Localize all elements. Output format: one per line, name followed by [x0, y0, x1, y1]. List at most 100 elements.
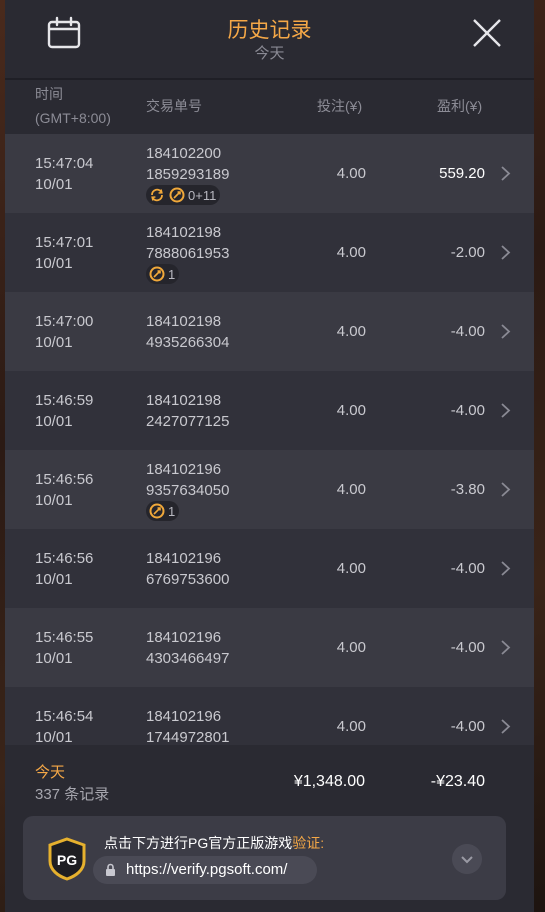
row-badge: 0+11: [146, 185, 221, 205]
chevron-down-icon[interactable]: [452, 844, 482, 874]
history-row[interactable]: 15:46:56 10/01 184102196 9357634050 1 4.00 -3.…: [5, 450, 534, 529]
verify-text: 点击下方进行PG官方正版游戏验证:: [104, 835, 325, 851]
row-bet: 4.00: [336, 244, 366, 261]
column-headers: 时间 (GMT+8:00) 交易单号 投注(¥) 盈利(¥): [5, 80, 534, 134]
row-time: 15:46:55 10/01: [35, 627, 93, 669]
lock-icon: [106, 863, 115, 876]
history-row[interactable]: 15:46:56 10/01 184102196 6769753600 4.00 -4.0…: [5, 529, 534, 608]
row-date-value: 10/01: [35, 176, 73, 193]
row-profit: -4.00: [450, 323, 485, 340]
total-profit: -¥23.40: [430, 773, 485, 790]
row-order: 184102196 9357634050: [146, 459, 229, 501]
bonus-icon: [149, 266, 165, 282]
row-profit: -4.00: [450, 718, 485, 735]
row-time-value: 15:47:00: [35, 313, 94, 330]
row-time-value: 15:46:56: [35, 471, 94, 488]
pg-logo: PG: [48, 837, 86, 881]
row-bet: 4.00: [336, 560, 366, 577]
row-date-value: 10/01: [35, 729, 73, 745]
row-order: 184102198 7888061953: [146, 222, 229, 264]
row-time: 15:47:04 10/01: [35, 153, 93, 195]
row-badge: 1: [146, 501, 180, 521]
row-order-line2: 4935266304: [146, 334, 230, 351]
verify-url: https://verify.pgsoft.com/: [126, 861, 288, 878]
row-time: 15:46:56 10/01: [35, 469, 93, 511]
row-order-line1: 184102200: [146, 145, 222, 162]
record-count: 337 条记录: [35, 786, 110, 803]
history-panel: 历史记录 今天 时间 (GMT+8:00) 交易单号 投注(¥) 盈利(¥) 1…: [5, 0, 534, 912]
row-bet: 4.00: [336, 639, 366, 656]
close-icon[interactable]: [471, 17, 503, 49]
row-bet: 4.00: [336, 718, 366, 735]
row-order-line1: 184102196: [146, 708, 222, 725]
row-badge-count: 1: [168, 266, 176, 282]
chevron-right-icon[interactable]: [499, 244, 511, 261]
row-profit: -2.00: [450, 244, 485, 261]
page-subtitle: 今天: [254, 45, 285, 62]
verify-link[interactable]: https://verify.pgsoft.com/: [93, 856, 317, 884]
row-order: 184102198 2427077125: [146, 390, 229, 432]
row-time: 15:46:56 10/01: [35, 548, 93, 590]
row-date-value: 10/01: [35, 492, 73, 509]
row-date-value: 10/01: [35, 255, 73, 272]
chevron-right-icon[interactable]: [499, 402, 511, 419]
history-row[interactable]: 15:46:55 10/01 184102196 4303466497 4.00 -4.0…: [5, 608, 534, 687]
row-time: 15:46:54 10/01: [35, 706, 93, 745]
row-order-line1: 184102198: [146, 224, 222, 241]
row-time-value: 15:46:59: [35, 392, 94, 409]
history-row[interactable]: 15:47:04 10/01 184102200 1859293189 0+11 4.00…: [5, 134, 534, 213]
refresh-icon: [151, 188, 163, 202]
row-date-value: 10/01: [35, 334, 73, 351]
chevron-right-icon[interactable]: [499, 560, 511, 577]
row-order-line2: 1859293189: [146, 166, 230, 183]
bonus-icon: [169, 187, 185, 203]
row-time: 15:47:00 10/01: [35, 311, 93, 353]
row-order-line2: 9357634050: [146, 482, 230, 499]
chevron-right-icon[interactable]: [499, 718, 511, 735]
row-profit: -4.00: [450, 402, 485, 419]
row-order: 184102196 4303466497: [146, 627, 229, 669]
row-order-line2: 1744972801: [146, 729, 230, 745]
row-time-value: 15:47:01: [35, 234, 94, 251]
row-order-line2: 6769753600: [146, 571, 230, 588]
row-time-value: 15:47:04: [35, 155, 94, 172]
history-row[interactable]: 15:47:00 10/01 184102198 4935266304 4.00 -4.0…: [5, 292, 534, 371]
row-date-value: 10/01: [35, 571, 73, 588]
row-profit: -3.80: [450, 481, 485, 498]
row-profit: -4.00: [450, 639, 485, 656]
history-row[interactable]: 15:46:59 10/01 184102198 2427077125 4.00 -4.0…: [5, 371, 534, 450]
row-time-value: 15:46:55: [35, 629, 94, 646]
row-order-line1: 184102198: [146, 392, 222, 409]
row-order: 184102196 6769753600: [146, 548, 229, 590]
summary-period: 今天: [35, 764, 66, 781]
row-order-line2: 4303466497: [146, 650, 230, 667]
row-order: 184102196 1744972801: [146, 706, 229, 745]
row-date-value: 10/01: [35, 650, 73, 667]
history-row[interactable]: 15:47:01 10/01 184102198 7888061953 1 4.00 -2.…: [5, 213, 534, 292]
header-bet: 投注(¥): [317, 98, 363, 114]
chevron-right-icon[interactable]: [499, 639, 511, 656]
history-row[interactable]: 15:46:54 10/01 184102196 1744972801 4.00 -4.0…: [5, 687, 534, 745]
row-time-value: 15:46:56: [35, 550, 94, 567]
svg-text:PG: PG: [57, 852, 77, 868]
row-date-value: 10/01: [35, 413, 73, 430]
chevron-right-icon[interactable]: [499, 481, 511, 498]
row-order-line2: 7888061953: [146, 245, 230, 262]
row-profit: -4.00: [450, 560, 485, 577]
row-time: 15:46:59 10/01: [35, 390, 93, 432]
header: 历史记录 今天: [5, 0, 534, 80]
header-order: 交易单号: [146, 98, 202, 114]
page-title: 历史记录: [227, 19, 312, 42]
header-time: 时间: [35, 86, 63, 102]
verify-banner: PG 点击下方进行PG官方正版游戏验证: https://verify.pgso…: [23, 816, 506, 900]
row-order-line1: 184102196: [146, 461, 222, 478]
chevron-right-icon[interactable]: [499, 165, 511, 182]
row-time-value: 15:46:54: [35, 708, 94, 725]
row-bet: 4.00: [336, 323, 366, 340]
row-order-line1: 184102198: [146, 313, 222, 330]
row-order-line2: 2427077125: [146, 413, 230, 430]
chevron-right-icon[interactable]: [499, 323, 511, 340]
total-bet: ¥1,348.00: [293, 773, 365, 790]
row-order-line1: 184102196: [146, 550, 222, 567]
bonus-icon: [149, 503, 165, 519]
